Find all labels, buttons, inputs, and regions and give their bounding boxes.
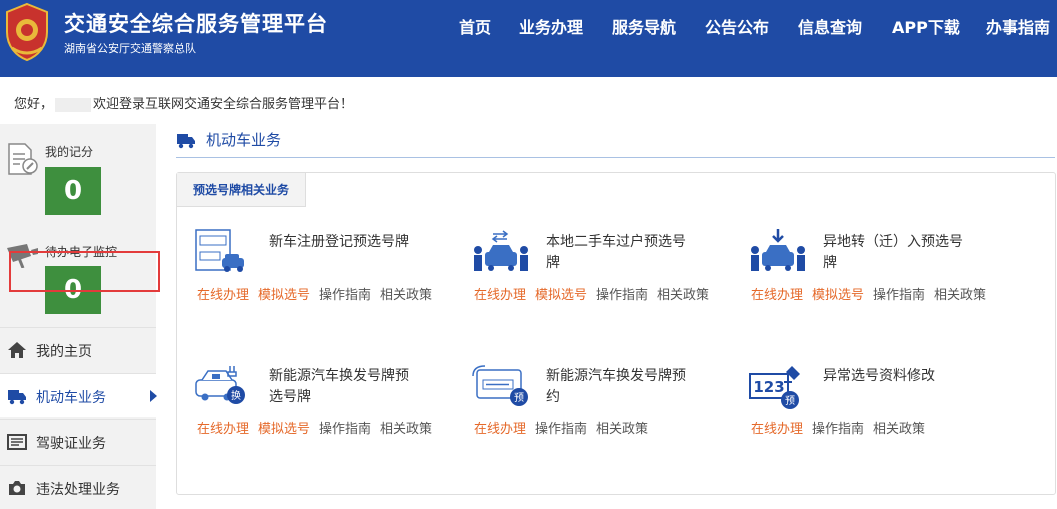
sidebar-item-vehicle[interactable]: 机动车业务 — [0, 373, 157, 417]
service-name: 本地二手车过户预选号牌 — [546, 234, 686, 271]
sidebar-item-violation[interactable]: 违法处理业务 — [0, 465, 156, 509]
online-apply-link[interactable]: 在线办理 — [751, 422, 803, 437]
tab-plate-preselect[interactable]: 预选号牌相关业务 — [177, 173, 306, 207]
online-apply-link[interactable]: 在线办理 — [197, 288, 249, 303]
section-header: 机动车业务 — [176, 126, 1055, 158]
site-subtitle: 湖南省公安厅交通警察总队 — [64, 42, 196, 55]
nav-business[interactable]: 业务办理 — [519, 14, 583, 38]
active-item-highlight — [9, 251, 160, 292]
truck-icon — [177, 134, 195, 149]
service-name: 异常选号资料修改 — [823, 368, 935, 384]
plate-edit-icon: 123 预 — [749, 366, 800, 409]
score-label: 我的记分 — [45, 145, 94, 159]
relocate-car-icon — [751, 229, 805, 271]
policy-link[interactable]: 相关政策 — [380, 422, 432, 437]
home-icon — [8, 342, 26, 358]
svg-text:换: 换 — [231, 389, 241, 402]
nav-announcements[interactable]: 公告公布 — [705, 14, 769, 38]
policy-link[interactable]: 相关政策 — [380, 288, 432, 303]
sidebar-item-label: 违法处理业务 — [36, 482, 120, 498]
online-apply-link[interactable]: 在线办理 — [474, 422, 526, 437]
sidebar-item-license[interactable]: 驾驶证业务 — [0, 419, 156, 463]
redacted-username — [55, 97, 92, 112]
ev-swap-icon: 换 — [195, 366, 245, 404]
simulate-select-link[interactable]: 模拟选号 — [535, 288, 587, 303]
service-links: 在线办理 操作指南 相关政策 — [474, 418, 657, 437]
nav-home[interactable]: 首页 — [459, 14, 491, 38]
service-plate-data-edit: 123 预 异常选号资料修改 在线办理 操作指南 相关政策 — [748, 362, 1008, 442]
service-links: 在线办理 模拟选号 操作指南 相关政策 — [197, 418, 441, 437]
online-apply-link[interactable]: 在线办理 — [474, 288, 526, 303]
welcome-prefix: 您好， — [14, 97, 54, 112]
section-title: 机动车业务 — [206, 131, 282, 149]
service-relocate-in: 异地转（迁）入预选号牌 在线办理 模拟选号 操作指南 相关政策 — [748, 228, 1008, 308]
svg-text:预: 预 — [785, 395, 795, 407]
score-value[interactable]: 0 — [45, 167, 101, 215]
top-header: 交通安全综合服务管理平台 湖南省公安厅交通警察总队 首页 业务办理 服务导航 公… — [0, 0, 1057, 77]
sidebar-item-home[interactable]: 我的主页 — [0, 327, 156, 371]
guide-link[interactable]: 操作指南 — [319, 422, 371, 437]
score-document-icon — [8, 143, 38, 175]
nav-guide[interactable]: 办事指南 — [986, 14, 1050, 38]
sidebar-item-label: 机动车业务 — [36, 390, 106, 406]
service-new-car-plate: 新车注册登记预选号牌 在线办理 模拟选号 操作指南 相关政策 — [194, 228, 454, 308]
service-links: 在线办理 操作指南 相关政策 — [751, 418, 934, 437]
simulate-select-link[interactable]: 模拟选号 — [812, 288, 864, 303]
new-plate-icon — [195, 229, 244, 272]
simulate-select-link[interactable]: 模拟选号 — [258, 422, 310, 437]
svg-text:预: 预 — [514, 392, 524, 404]
service-name: 新车注册登记预选号牌 — [269, 234, 409, 250]
top-nav: 首页 业务办理 服务导航 公告公布 信息查询 APP下载 办事指南 — [0, 14, 1057, 38]
service-ev-plate-preselect: 换 新能源汽车换发号牌预选号牌 在线办理 模拟选号 操作指南 相关政策 — [194, 362, 454, 442]
ev-reserve-icon: 预 — [472, 365, 528, 406]
sidebar-item-label: 我的主页 — [36, 344, 92, 360]
service-ev-plate-reserve: 预 新能源汽车换发号牌预约 在线办理 操作指南 相关政策 — [471, 362, 731, 442]
guide-link[interactable]: 操作指南 — [596, 288, 648, 303]
nav-service-guide[interactable]: 服务导航 — [612, 14, 676, 38]
policy-link[interactable]: 相关政策 — [657, 288, 709, 303]
online-apply-link[interactable]: 在线办理 — [751, 288, 803, 303]
service-links: 在线办理 模拟选号 操作指南 相关政策 — [751, 284, 995, 303]
caret-right-icon — [150, 390, 157, 402]
service-name: 新能源汽车换发号牌预选号牌 — [269, 368, 409, 405]
nav-info-query[interactable]: 信息查询 — [798, 14, 862, 38]
truck-icon — [8, 390, 26, 405]
camera-icon — [9, 481, 25, 495]
policy-link[interactable]: 相关政策 — [934, 288, 986, 303]
guide-link[interactable]: 操作指南 — [812, 422, 864, 437]
service-links: 在线办理 模拟选号 操作指南 相关政策 — [197, 284, 441, 303]
sidebar-item-label: 驾驶证业务 — [36, 436, 106, 452]
nav-app-download[interactable]: APP下载 — [892, 14, 960, 38]
service-links: 在线办理 模拟选号 操作指南 相关政策 — [474, 284, 718, 303]
policy-link[interactable]: 相关政策 — [596, 422, 648, 437]
guide-link[interactable]: 操作指南 — [535, 422, 587, 437]
service-name: 异地转（迁）入预选号牌 — [823, 234, 963, 271]
svg-text:123: 123 — [753, 378, 784, 396]
service-local-transfer: 本地二手车过户预选号牌 在线办理 模拟选号 操作指南 相关政策 — [471, 228, 731, 308]
online-apply-link[interactable]: 在线办理 — [197, 422, 249, 437]
license-icon — [7, 434, 27, 450]
welcome-bar: 您好， 欢迎登录互联网交通安全综合服务管理平台！ — [14, 93, 353, 112]
service-name: 新能源汽车换发号牌预约 — [546, 368, 686, 405]
simulate-select-link[interactable]: 模拟选号 — [258, 288, 310, 303]
guide-link[interactable]: 操作指南 — [873, 288, 925, 303]
transfer-car-icon — [474, 230, 528, 271]
policy-link[interactable]: 相关政策 — [873, 422, 925, 437]
services-panel: 预选号牌相关业务 新车注册登记预选号牌 在线办理模拟选号操作指南相关政策 — [176, 172, 1056, 495]
welcome-text: 欢迎登录互联网交通安全综合服务管理平台！ — [93, 97, 354, 112]
guide-link[interactable]: 操作指南 — [319, 288, 371, 303]
sidebar: 我的记分 0 待办电子监控 0 我的主页 机动车业务 驾驶证业务 违法处理业务 — [0, 124, 157, 509]
